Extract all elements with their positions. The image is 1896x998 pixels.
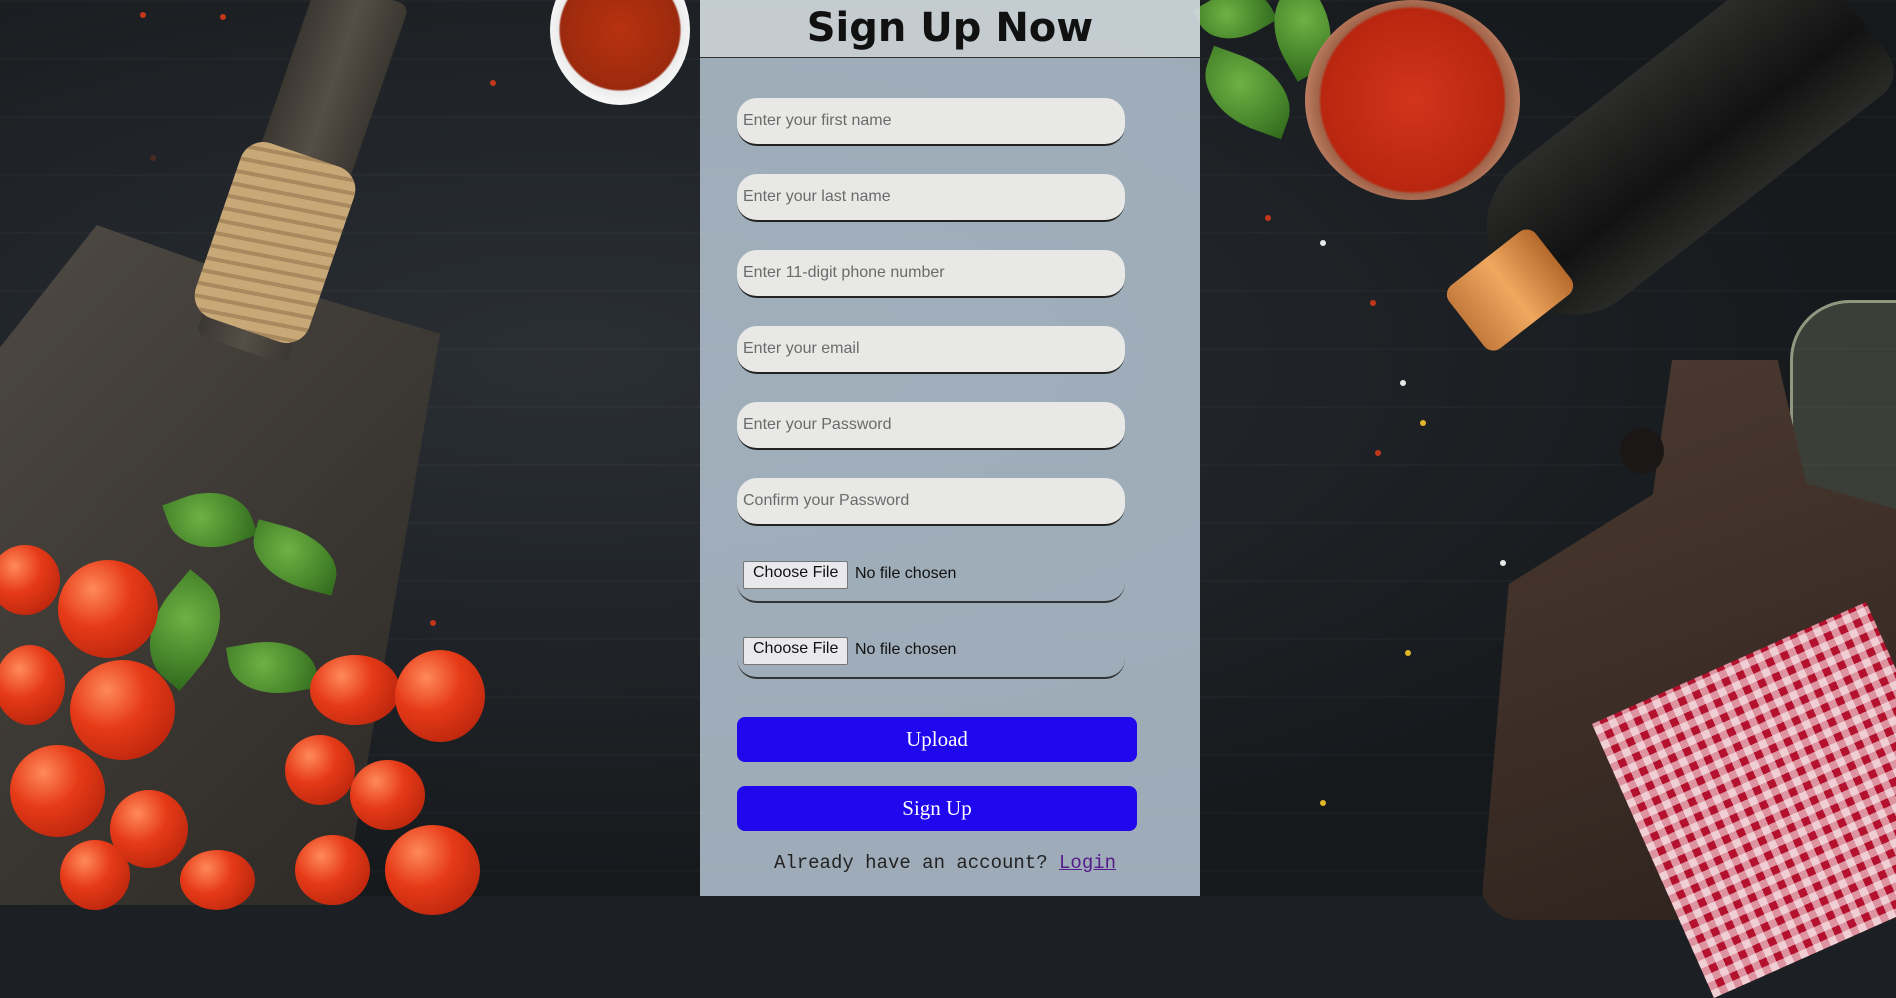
- spice-speck: [1375, 450, 1381, 456]
- tomato: [350, 760, 425, 830]
- login-link[interactable]: Login: [1059, 852, 1116, 874]
- signup-button[interactable]: Sign Up: [737, 786, 1137, 831]
- spice-speck: [1500, 560, 1506, 566]
- paprika-bowl: [1305, 0, 1520, 200]
- file-status-text: No file chosen: [855, 565, 957, 582]
- phone-input[interactable]: [737, 250, 1125, 298]
- login-prompt: Already have an account? Login: [700, 852, 1190, 874]
- file-upload-field: Choose File No file chosen: [737, 555, 1125, 603]
- tomato: [180, 850, 255, 910]
- spice-speck: [1420, 420, 1426, 426]
- spice-speck: [140, 12, 146, 18]
- confirm-password-input[interactable]: [737, 478, 1125, 526]
- tomato: [295, 835, 370, 905]
- file-status-text: No file chosen: [855, 641, 957, 658]
- spice-speck: [1320, 240, 1326, 246]
- upload-button[interactable]: Upload: [737, 717, 1137, 762]
- last-name-input[interactable]: [737, 174, 1125, 222]
- tomato: [285, 735, 355, 805]
- tomato: [385, 825, 480, 915]
- tomato: [60, 840, 130, 910]
- login-prompt-text: Already have an account?: [773, 852, 1048, 874]
- spice-speck: [1320, 800, 1326, 806]
- tomato: [70, 660, 175, 760]
- choose-file-button[interactable]: Choose File: [743, 637, 849, 665]
- tomato: [58, 560, 158, 658]
- spice-speck: [1400, 380, 1406, 386]
- choose-file-button[interactable]: Choose File: [743, 561, 849, 589]
- file-upload-field: Choose File No file chosen: [737, 631, 1125, 679]
- tomato: [10, 745, 105, 837]
- board-hole: [1620, 428, 1664, 474]
- tomato: [395, 650, 485, 742]
- email-input[interactable]: [737, 326, 1125, 374]
- first-name-input[interactable]: [737, 98, 1125, 146]
- password-input[interactable]: [737, 402, 1125, 450]
- spice-speck: [490, 80, 496, 86]
- page-title: Sign Up Now: [700, 0, 1200, 58]
- basil-leaf: [1192, 0, 1278, 55]
- chili-flakes-bowl: [550, 0, 690, 105]
- tomato: [310, 655, 400, 725]
- spice-speck: [1405, 650, 1411, 656]
- spice-speck: [1265, 215, 1271, 221]
- spice-speck: [220, 14, 226, 20]
- spice-speck: [430, 620, 436, 626]
- signup-panel: Sign Up Now Choose File No file chosen C…: [700, 0, 1200, 896]
- spice-speck: [150, 155, 156, 161]
- spice-speck: [1370, 300, 1376, 306]
